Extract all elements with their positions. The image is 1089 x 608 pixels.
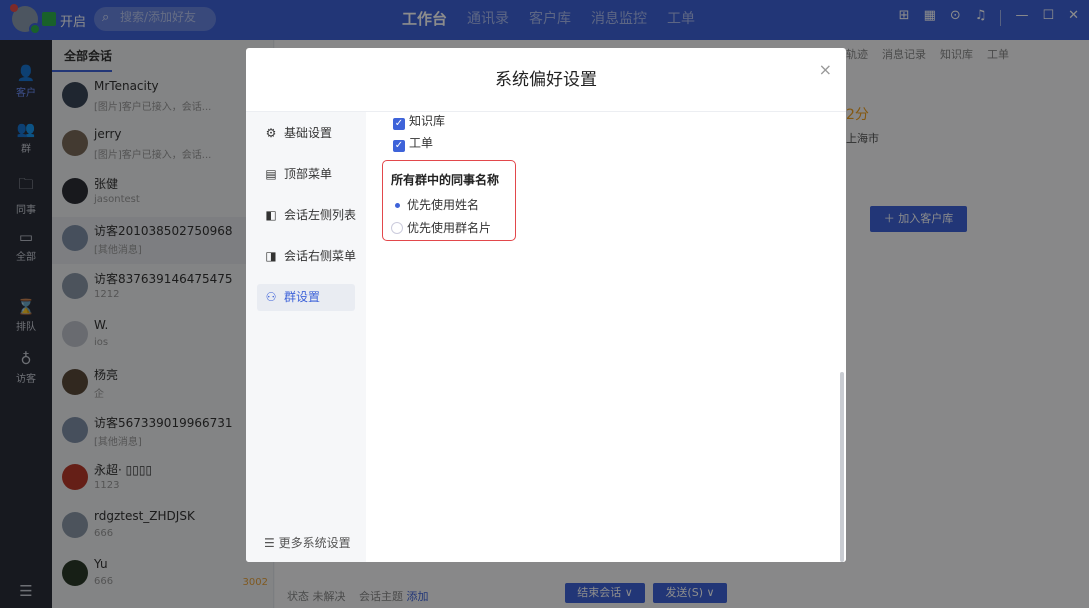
menu-item-label: 顶部菜单 bbox=[284, 167, 333, 181]
checkbox-checked-icon[interactable]: ✓ bbox=[393, 140, 405, 152]
checkbox-checked-icon[interactable]: ✓ bbox=[393, 118, 405, 130]
settings-menu: ⚙ 基础设置 ▤ 顶部菜单 ◧ 会话左侧列表 ◨ 会话右侧菜单 ⚇ 群设置 ☰ 更多系统设… bbox=[246, 112, 366, 562]
menu-item-label: 会话左侧列表 bbox=[284, 208, 357, 222]
menu-item-left-list[interactable]: ◧ 会话左侧列表 bbox=[257, 202, 357, 229]
users-icon: ⚇ bbox=[265, 290, 277, 304]
checkbox-label: 工单 bbox=[409, 136, 434, 150]
settings-content: ✓ 知识库 ✓ 工单 所有群中的同事名称 优先使用姓名 优先使用群名片 bbox=[366, 112, 846, 562]
radio-label: 优先使用姓名 bbox=[407, 198, 480, 212]
scrollbar[interactable] bbox=[840, 372, 844, 562]
radio-prefer-real-name[interactable]: 优先使用姓名 bbox=[391, 196, 479, 213]
dialog-title: 系统偏好设置 bbox=[246, 48, 846, 112]
close-icon[interactable]: × bbox=[819, 60, 832, 79]
menu-item-label: 基础设置 bbox=[284, 126, 333, 140]
checkbox-label: 知识库 bbox=[409, 114, 446, 128]
right-panel-icon: ◨ bbox=[265, 249, 277, 263]
gear-icon: ⚙ bbox=[265, 126, 277, 140]
menu-item-label: 会话右侧菜单 bbox=[284, 249, 357, 263]
radio-selected-icon[interactable] bbox=[391, 199, 403, 211]
menu-item-right-menu[interactable]: ◨ 会话右侧菜单 bbox=[257, 243, 357, 270]
window-icon: ▤ bbox=[265, 167, 277, 181]
radio-unselected-icon[interactable] bbox=[391, 222, 403, 234]
preferences-dialog: 系统偏好设置 × ⚙ 基础设置 ▤ 顶部菜单 ◧ 会话左侧列表 ◨ 会话右侧菜单 ⚇ 群设… bbox=[246, 48, 846, 562]
checkbox-tickets[interactable]: ✓ 工单 bbox=[393, 134, 433, 152]
menu-item-label: 群设置 bbox=[284, 290, 321, 304]
menu-item-basic-settings[interactable]: ⚙ 基础设置 bbox=[257, 120, 355, 147]
left-panel-icon: ◧ bbox=[265, 208, 277, 222]
group-name-section-title: 所有群中的同事名称 bbox=[391, 173, 500, 187]
radio-label: 优先使用群名片 bbox=[407, 221, 492, 235]
more-system-settings-link[interactable]: ☰ 更多系统设置 bbox=[264, 534, 351, 551]
menu-item-group-settings[interactable]: ⚇ 群设置 bbox=[257, 284, 355, 311]
menu-item-top-menu[interactable]: ▤ 顶部菜单 bbox=[257, 161, 355, 188]
radio-prefer-group-card[interactable]: 优先使用群名片 bbox=[391, 219, 491, 236]
checkbox-knowledge[interactable]: ✓ 知识库 bbox=[393, 112, 445, 130]
